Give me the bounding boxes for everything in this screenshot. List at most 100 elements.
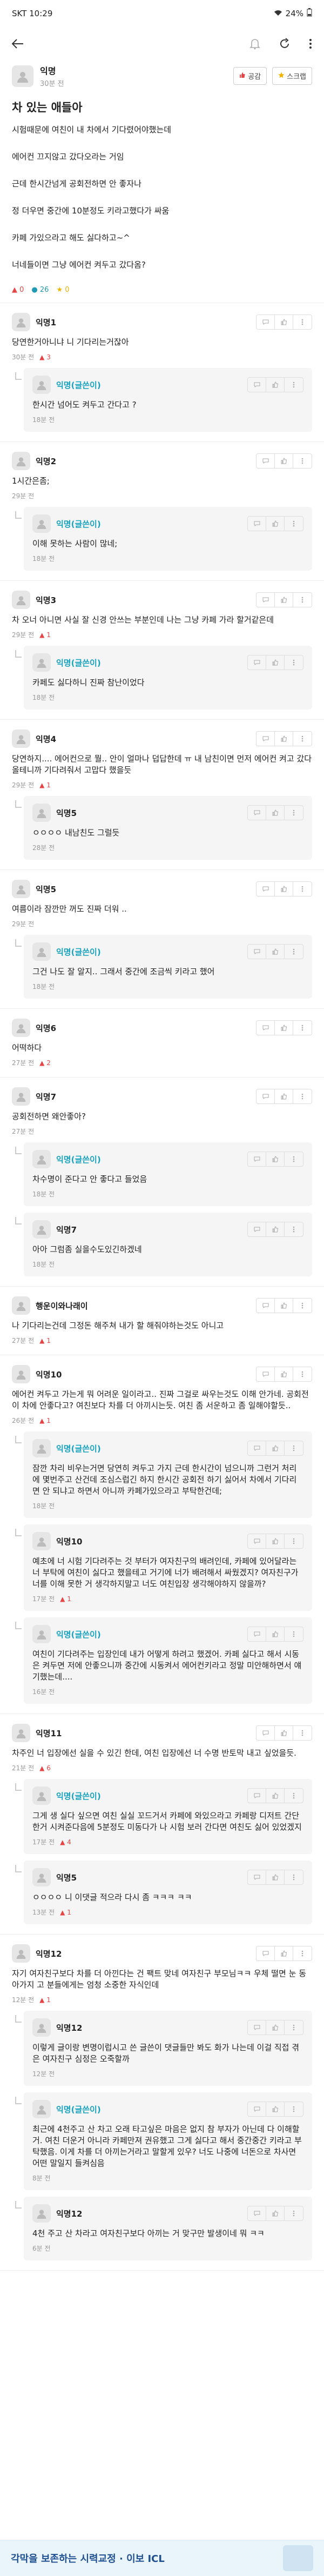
- comment-reply-button[interactable]: [248, 945, 266, 959]
- comment-more-button[interactable]: [285, 1870, 303, 1884]
- comment-like-button[interactable]: [275, 454, 293, 468]
- comment-like-button[interactable]: [266, 945, 285, 959]
- comment-more-button[interactable]: [293, 1367, 312, 1381]
- comment-like-button[interactable]: [275, 315, 293, 329]
- refresh-icon[interactable]: [279, 38, 291, 50]
- comment-more-button[interactable]: [293, 1946, 312, 1961]
- comment-more-button[interactable]: [285, 1222, 303, 1236]
- comment-like-button[interactable]: [266, 517, 285, 531]
- comment-more-button[interactable]: [285, 1152, 303, 1166]
- comment-reply-button[interactable]: [248, 2020, 266, 2035]
- thumbs-up-icon: [272, 1874, 278, 1881]
- comment-more-button[interactable]: [293, 732, 312, 746]
- comment-like-button[interactable]: [266, 1222, 285, 1236]
- avatar: [32, 653, 51, 672]
- comment-reply-button[interactable]: [248, 2102, 266, 2116]
- comment-like-button[interactable]: [266, 2206, 285, 2220]
- comment-reply-button[interactable]: [256, 882, 275, 896]
- avatar: [32, 514, 51, 533]
- avatar: [32, 1868, 51, 1886]
- comment-meta: 29분 전: [12, 919, 312, 928]
- comment-more-button[interactable]: [285, 2206, 303, 2220]
- comment-like-button[interactable]: [275, 1367, 293, 1381]
- comment-like-button[interactable]: [266, 1441, 285, 1455]
- comment-reply-button[interactable]: [248, 1441, 266, 1455]
- ad-banner[interactable]: 각막을 보존하는 시력교정 · 이보 ICL: [0, 2540, 324, 2576]
- comment-more-button[interactable]: [293, 593, 312, 607]
- reply-text: 차수명이 준다고 안 좋다고 들었음: [32, 1174, 147, 1184]
- comment-more-button[interactable]: [293, 1726, 312, 1740]
- back-arrow-icon[interactable]: [12, 39, 24, 49]
- comment-meta: 18분 전: [32, 1501, 303, 1510]
- comment-more-button[interactable]: [293, 315, 312, 329]
- comment-reply-button[interactable]: [248, 1534, 266, 1548]
- comment-reply-button[interactable]: [256, 732, 275, 746]
- comment-reply-button[interactable]: [256, 1946, 275, 1961]
- comment-reply-button[interactable]: [248, 517, 266, 531]
- comment-like-button[interactable]: [275, 1946, 293, 1961]
- comment-reply-button[interactable]: [248, 2206, 266, 2220]
- comment-like-button[interactable]: [266, 1870, 285, 1884]
- speech-bubble-icon: [254, 1156, 260, 1162]
- comment-reply-button[interactable]: [256, 454, 275, 468]
- comment-more-button[interactable]: [285, 1534, 303, 1548]
- comment-like-button[interactable]: [275, 1299, 293, 1313]
- bell-icon[interactable]: [249, 38, 260, 50]
- comment-like-button[interactable]: [275, 882, 293, 896]
- comment-like-button[interactable]: [275, 1021, 293, 1035]
- comment-like-button[interactable]: [275, 593, 293, 607]
- comment-more-button[interactable]: [293, 454, 312, 468]
- comment-reply-button[interactable]: [256, 1726, 275, 1740]
- comment-more-button[interactable]: [285, 655, 303, 670]
- comment-more-button[interactable]: [285, 945, 303, 959]
- comment-meta: 26분 전 ▲ 1: [12, 1416, 312, 1425]
- comment-text: 나 기다리는건데 그정돈 해주쳐 내가 할 해줘야하는것도 아니고: [12, 1321, 224, 1330]
- comment-more-button[interactable]: [293, 882, 312, 896]
- comment-reply-button[interactable]: [248, 1627, 266, 1641]
- comment-like-button[interactable]: [266, 1627, 285, 1641]
- comment-like-button[interactable]: [266, 806, 285, 820]
- comment-like-button[interactable]: [266, 1789, 285, 1803]
- comment-reply-button[interactable]: [256, 1367, 275, 1381]
- more-vertical-icon: [293, 1538, 295, 1544]
- comment-more-button[interactable]: [285, 1441, 303, 1455]
- comment-more-button[interactable]: [285, 806, 303, 820]
- comment-like-button[interactable]: [266, 2020, 285, 2035]
- comment-more-button[interactable]: [285, 517, 303, 531]
- comment-reply-button[interactable]: [248, 1222, 266, 1236]
- comment-like-button[interactable]: [275, 1726, 293, 1740]
- comment-reply-button[interactable]: [248, 1152, 266, 1166]
- comment-author: 익명(글쓴이): [56, 1791, 101, 1801]
- comment-reply-button[interactable]: [256, 1299, 275, 1313]
- comment-like-button[interactable]: [266, 378, 285, 392]
- comment-more-button[interactable]: [285, 2102, 303, 2116]
- comment-reply-button[interactable]: [256, 1089, 275, 1103]
- comment-reply-button[interactable]: [248, 378, 266, 392]
- comment-reply-button[interactable]: [248, 1870, 266, 1884]
- comment-like-button[interactable]: [275, 732, 293, 746]
- comment-like-button[interactable]: [266, 655, 285, 670]
- comment-like-button[interactable]: [266, 1534, 285, 1548]
- user-icon: [37, 1155, 46, 1165]
- comment-reply-button[interactable]: [248, 1789, 266, 1803]
- comment-reply-button[interactable]: [256, 593, 275, 607]
- scrap-button[interactable]: 스크랩: [272, 67, 312, 85]
- comment-reply-button[interactable]: [248, 655, 266, 670]
- comment-reply-button[interactable]: [248, 806, 266, 820]
- comment-like-button[interactable]: [266, 1152, 285, 1166]
- comment-more-button[interactable]: [293, 1299, 312, 1313]
- comment-more-button[interactable]: [285, 378, 303, 392]
- comment-more-button[interactable]: [285, 1789, 303, 1803]
- comment-like-value: 1: [67, 1908, 71, 1916]
- comment-like-button[interactable]: [266, 2102, 285, 2116]
- comment-like-button[interactable]: [275, 1089, 293, 1103]
- comment-more-button[interactable]: [293, 1089, 312, 1103]
- comment-more-button[interactable]: [285, 2020, 303, 2035]
- comment-reply-button[interactable]: [256, 315, 275, 329]
- like-button[interactable]: 공감: [233, 67, 267, 85]
- more-vertical-icon: [293, 948, 295, 955]
- comment-more-button[interactable]: [293, 1021, 312, 1035]
- comment-reply-button[interactable]: [256, 1021, 275, 1035]
- comment-more-button[interactable]: [285, 1627, 303, 1641]
- more-vertical-icon[interactable]: [309, 38, 312, 49]
